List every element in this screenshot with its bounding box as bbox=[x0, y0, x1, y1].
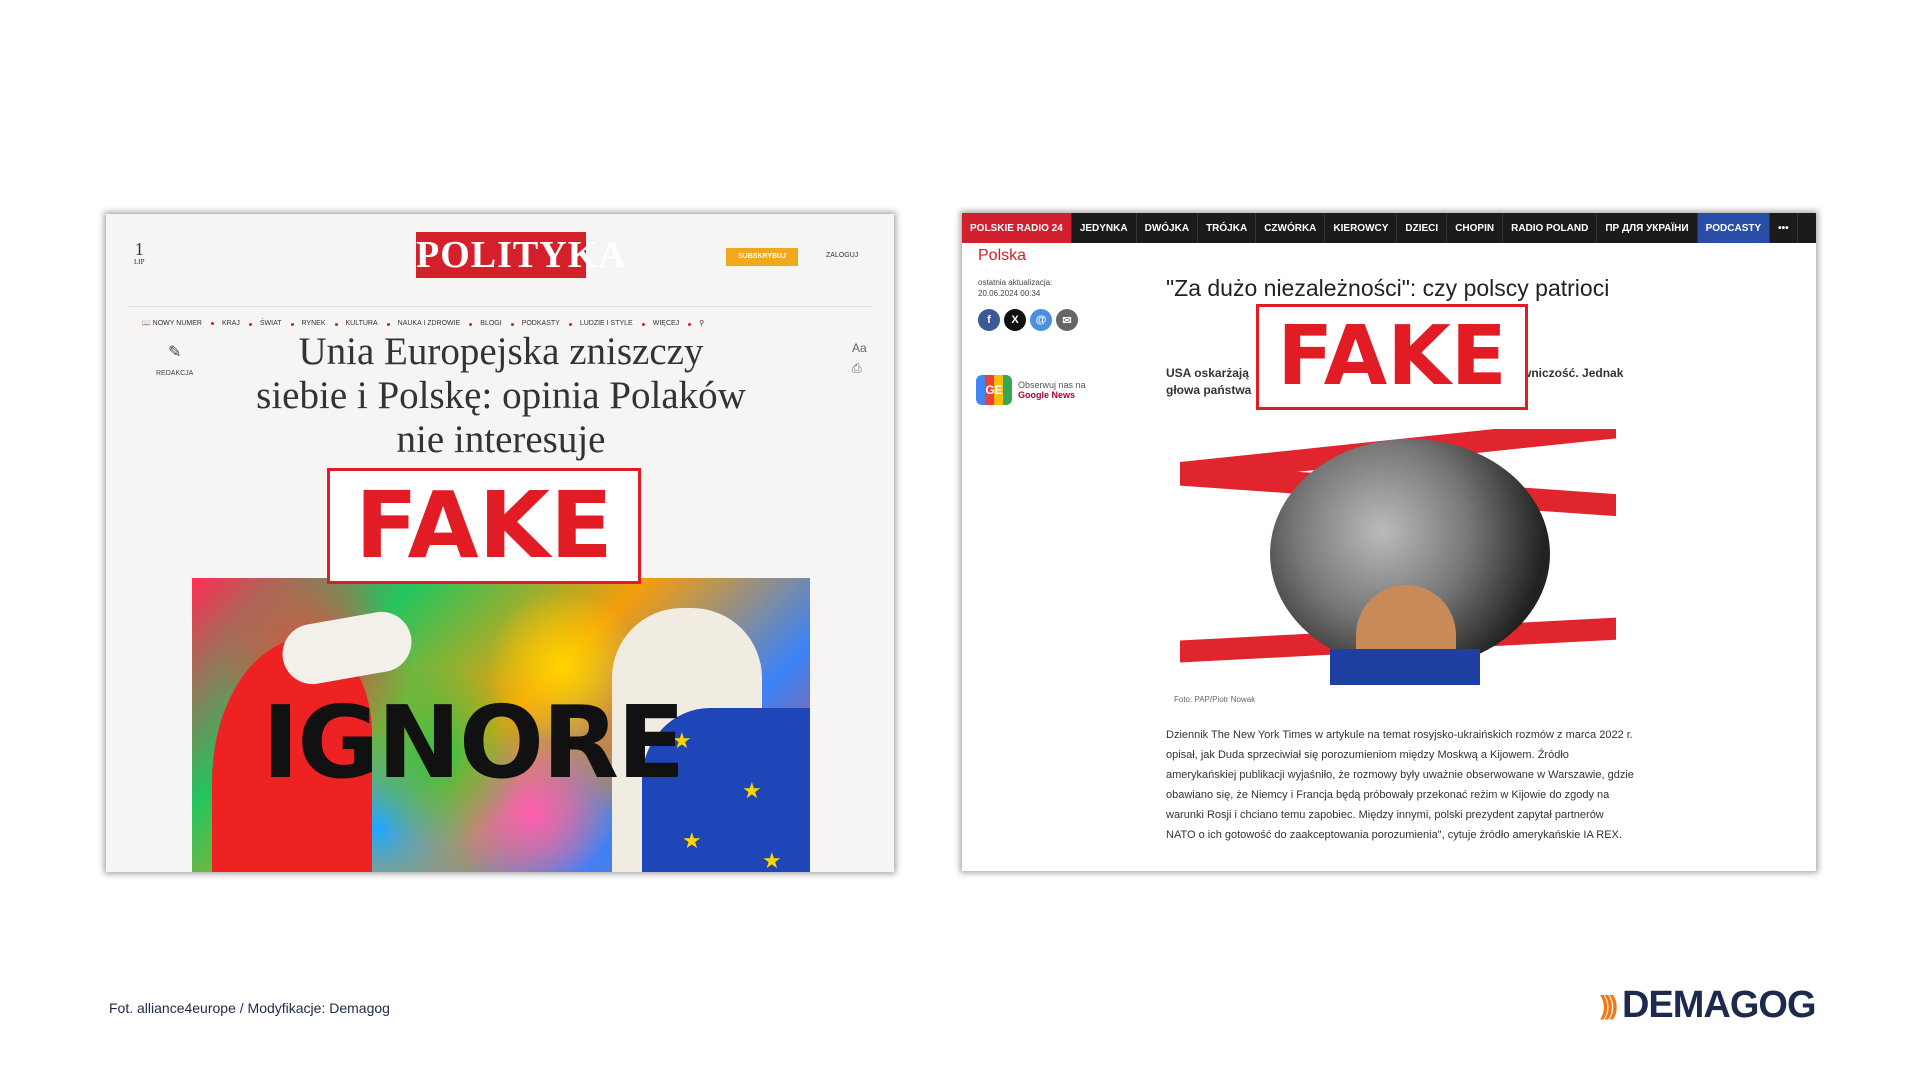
station-nav: POLSKIE RADIO 24 JEDYNKA DWÓJKA TRÓJKA C… bbox=[962, 213, 1816, 243]
date-month: LIP bbox=[134, 258, 145, 266]
mail-icon[interactable]: ✉ bbox=[1056, 309, 1078, 331]
google-news-follow[interactable]: GE Obserwuj nas na Google News bbox=[976, 375, 1086, 405]
woman-figure-arm bbox=[277, 607, 417, 689]
nav-item-podkasty[interactable]: PODKASTY bbox=[522, 320, 572, 327]
pen-icon: ✎ bbox=[167, 344, 182, 361]
nav-item-kraj[interactable]: KRAJ bbox=[222, 320, 252, 327]
update-label: ostatnia aktualizacja: bbox=[978, 278, 1053, 287]
print-icon[interactable]: ⎙ bbox=[852, 358, 867, 378]
share-buttons: f X @ ✉ bbox=[978, 309, 1078, 331]
brand-name: DEMAGOG bbox=[1621, 984, 1817, 1026]
nav-item-kultura[interactable]: KULTURA bbox=[346, 320, 390, 327]
nav-item-wiecej[interactable]: WIĘCEJ bbox=[653, 320, 692, 327]
header-divider bbox=[128, 306, 872, 307]
polityka-logo[interactable]: POLITYKA bbox=[416, 232, 626, 278]
nav-podcasty[interactable]: PODCASTY bbox=[1697, 213, 1771, 243]
subscribe-button[interactable]: SUBSKRYBUJ bbox=[726, 248, 798, 266]
nav-item-rynek[interactable]: RYNEK bbox=[302, 320, 338, 327]
nav-dzieci[interactable]: DZIECI bbox=[1397, 213, 1448, 243]
photo-caption: Foto: PAP/Piotr Nowak bbox=[1174, 695, 1256, 704]
nav-item-swiat[interactable]: ŚWIAT bbox=[260, 320, 293, 327]
nav-item-ludzie[interactable]: LUDZIE I STYLE bbox=[580, 320, 645, 327]
photo-credit: Fot. alliance4europe / Modyfikacje: Dema… bbox=[109, 1000, 390, 1016]
fake-stamp-left: FAKE bbox=[327, 468, 641, 584]
nav-item-nauka[interactable]: NAUKA I ZDROWIE bbox=[398, 320, 472, 327]
date-day: 1 bbox=[134, 239, 144, 259]
nav-jedynka[interactable]: JEDYNKA bbox=[1072, 213, 1137, 243]
facebook-icon[interactable]: f bbox=[978, 309, 1000, 331]
google-news-label: Google News bbox=[1018, 390, 1076, 400]
ignore-text: IGNORE bbox=[262, 684, 685, 801]
google-news-icon: GE bbox=[976, 375, 1012, 405]
nav-item-label: NOWY NUMER bbox=[152, 320, 202, 327]
nav-kierowcy[interactable]: KIEROWCY bbox=[1325, 213, 1398, 243]
article-image: ★ ★ ★ ★ IGNORE bbox=[192, 578, 810, 872]
issue-date: 1 LIP bbox=[134, 240, 145, 266]
update-info: ostatnia aktualizacja: 20.06.2024 00:34 bbox=[978, 277, 1052, 299]
lead-line-right: wniczość. Jednak bbox=[1522, 366, 1624, 380]
demagog-logo: ))) DEMAGOG bbox=[1600, 984, 1817, 1027]
article-headline: Unia Europejska zniszczy siebie i Polskę… bbox=[256, 330, 746, 461]
nav-trojka[interactable]: TRÓJKA bbox=[1198, 213, 1257, 243]
update-date: 20.06.2024 00:34 bbox=[978, 289, 1041, 298]
login-link[interactable]: ZALOGUJ bbox=[826, 252, 858, 259]
article-body: Dziennik The New York Times w artykule n… bbox=[1166, 729, 1634, 841]
man-suit bbox=[1330, 649, 1480, 685]
nav-chopin[interactable]: CHOPIN bbox=[1447, 213, 1504, 243]
follow-label: Obserwuj nas na bbox=[1018, 380, 1086, 390]
font-size-icon[interactable]: Aa bbox=[852, 338, 867, 358]
more-menu-icon[interactable]: ••• bbox=[1770, 213, 1798, 243]
category-label[interactable]: Polska bbox=[978, 247, 1026, 265]
redakcja-link[interactable]: ✎ REDAKCJA bbox=[156, 342, 193, 377]
nav-dwojka[interactable]: DWÓJKA bbox=[1137, 213, 1199, 243]
nav-ukraine[interactable]: ПР ДЛЯ УКРАЇНИ bbox=[1597, 213, 1698, 243]
nav-pr24[interactable]: POLSKIE RADIO 24 bbox=[962, 213, 1072, 243]
x-icon[interactable]: X bbox=[1004, 309, 1026, 331]
article-title: "Za dużo niezależności": czy polscy patr… bbox=[1166, 275, 1610, 301]
nav-czworka[interactable]: CZWÓRKA bbox=[1256, 213, 1326, 243]
search-icon[interactable]: ⚲ bbox=[699, 319, 704, 327]
article-tools: Aa ⎙ bbox=[852, 338, 867, 378]
nav-item-nowy-numer[interactable]: 📖 NOWY NUMER bbox=[142, 319, 214, 327]
article-photo bbox=[1180, 429, 1616, 685]
redakcja-label: REDAKCJA bbox=[156, 370, 194, 377]
nav-item-blogi[interactable]: BLOGI bbox=[480, 320, 515, 327]
fake-stamp-right: FAKE bbox=[1256, 304, 1528, 410]
signal-waves-icon: ))) bbox=[1600, 990, 1618, 1020]
messenger-icon[interactable]: @ bbox=[1030, 309, 1052, 331]
nav-radio-poland[interactable]: RADIO POLAND bbox=[1503, 213, 1598, 243]
